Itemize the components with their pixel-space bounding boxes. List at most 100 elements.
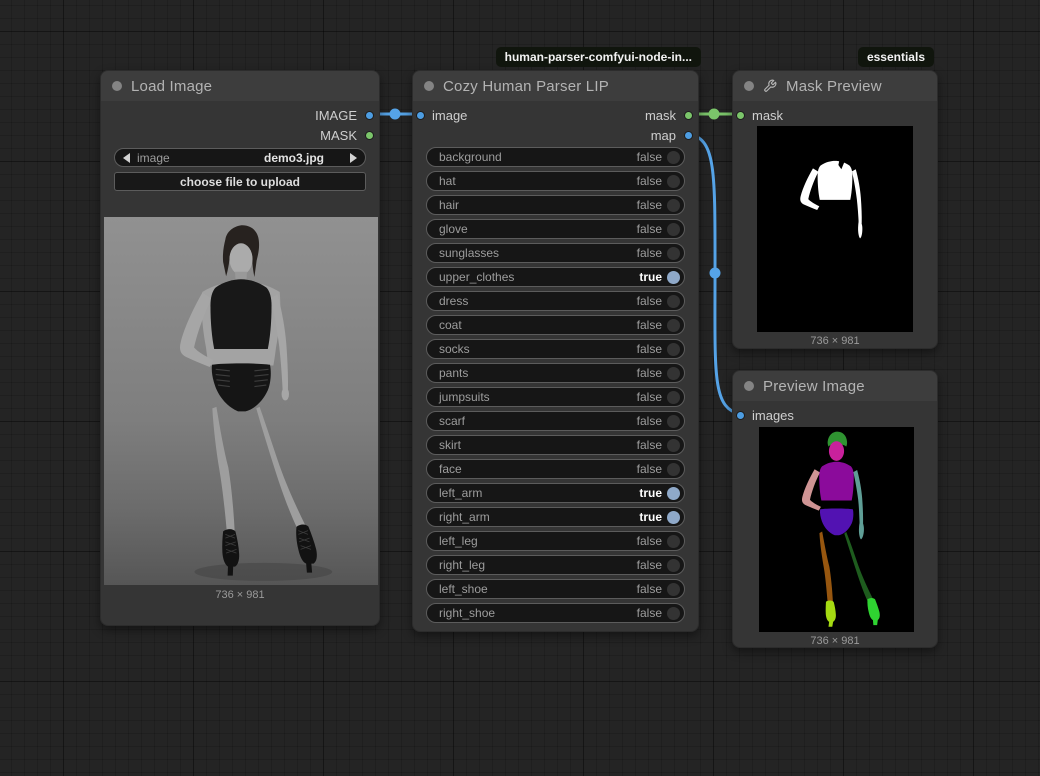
- toggle-widget[interactable]: right_arm true: [426, 507, 685, 527]
- toggle-widget[interactable]: face false: [426, 459, 685, 479]
- toggle-label: left_arm: [439, 486, 639, 500]
- toggle-dot[interactable]: [667, 295, 680, 308]
- toggle-value: false: [637, 174, 662, 188]
- segmentation-image-preview: [759, 427, 914, 632]
- toggle-dot[interactable]: [667, 391, 680, 404]
- toggle-value: false: [637, 342, 662, 356]
- output-slot-mask: mask: [413, 105, 698, 125]
- output-dot-mask[interactable]: [365, 131, 374, 140]
- collapse-dot[interactable]: [424, 81, 434, 91]
- output-dot-mask[interactable]: [684, 111, 693, 120]
- toggle-value: false: [637, 462, 662, 476]
- output-dot-map[interactable]: [684, 131, 693, 140]
- toggle-widget[interactable]: upper_clothes true: [426, 267, 685, 287]
- input-slot-images: images: [733, 405, 937, 425]
- toggle-label: sunglasses: [439, 246, 637, 260]
- slot-label: images: [752, 408, 794, 423]
- toggle-widget[interactable]: hat false: [426, 171, 685, 191]
- toggle-widget[interactable]: right_shoe false: [426, 603, 685, 623]
- toggle-widget[interactable]: socks false: [426, 339, 685, 359]
- toggle-widget[interactable]: hair false: [426, 195, 685, 215]
- toggle-value: false: [637, 606, 662, 620]
- toggle-dot[interactable]: [667, 439, 680, 452]
- toggle-widget[interactable]: left_shoe false: [426, 579, 685, 599]
- toggle-label: scarf: [439, 414, 637, 428]
- toggle-widget[interactable]: left_arm true: [426, 483, 685, 503]
- toggle-dot[interactable]: [667, 463, 680, 476]
- toggle-label: right_leg: [439, 558, 637, 572]
- toggle-dot[interactable]: [667, 199, 680, 212]
- photo-model: [104, 217, 378, 585]
- collapse-dot[interactable]: [112, 81, 122, 91]
- output-slot-image: IMAGE: [101, 105, 379, 125]
- output-dot-image[interactable]: [365, 111, 374, 120]
- toggle-dot[interactable]: [667, 415, 680, 428]
- input-dot-mask[interactable]: [736, 111, 745, 120]
- toggle-widget[interactable]: glove false: [426, 219, 685, 239]
- toggle-dot[interactable]: [667, 247, 680, 260]
- toggle-widget[interactable]: left_leg false: [426, 531, 685, 551]
- toggle-dot[interactable]: [667, 583, 680, 596]
- toggle-label: upper_clothes: [439, 270, 639, 284]
- link-midpoint-dot: [709, 109, 720, 120]
- mask-image-preview: [757, 126, 913, 332]
- toggle-widget[interactable]: right_leg false: [426, 555, 685, 575]
- toggle-dot[interactable]: [667, 343, 680, 356]
- output-slot-map: map: [413, 125, 698, 145]
- toggle-label: face: [439, 462, 637, 476]
- toggle-dot[interactable]: [667, 535, 680, 548]
- node-mask-preview[interactable]: Mask Preview mask 736 × 981: [732, 70, 938, 349]
- toggle-value: false: [637, 390, 662, 404]
- node-preview-image[interactable]: Preview Image images 736 × 981: [732, 370, 938, 648]
- node-header[interactable]: Mask Preview: [733, 71, 937, 101]
- combo-value: demo3.jpg: [264, 151, 324, 165]
- node-badge-essentials: essentials: [858, 47, 934, 67]
- toggle-widget[interactable]: skirt false: [426, 435, 685, 455]
- node-badge-parser-source: human-parser-comfyui-node-in...: [496, 47, 701, 67]
- slot-label: mask: [645, 108, 676, 123]
- collapse-dot[interactable]: [744, 81, 754, 91]
- toggle-dot[interactable]: [667, 511, 680, 524]
- toggle-widget[interactable]: coat false: [426, 315, 685, 335]
- toggle-dot[interactable]: [667, 175, 680, 188]
- toggle-widget[interactable]: scarf false: [426, 411, 685, 431]
- segmentation-map-image: [759, 427, 914, 632]
- slot-label: IMAGE: [315, 108, 357, 123]
- toggle-widget[interactable]: background false: [426, 147, 685, 167]
- slot-label: MASK: [320, 128, 357, 143]
- toggle-widget[interactable]: pants false: [426, 363, 685, 383]
- upload-button[interactable]: choose file to upload: [114, 172, 366, 191]
- toggle-value: false: [637, 558, 662, 572]
- node-title: Load Image: [131, 78, 212, 95]
- slot-label: mask: [752, 108, 783, 123]
- node-header[interactable]: Preview Image: [733, 371, 937, 401]
- toggle-value: false: [637, 438, 662, 452]
- toggle-dot[interactable]: [667, 223, 680, 236]
- toggle-value: false: [637, 534, 662, 548]
- toggle-widget[interactable]: dress false: [426, 291, 685, 311]
- node-header[interactable]: Load Image: [101, 71, 379, 101]
- toggle-label: right_shoe: [439, 606, 637, 620]
- toggle-dot[interactable]: [667, 319, 680, 332]
- node-load-image[interactable]: Load Image IMAGE MASK image demo3.jpg ch…: [100, 70, 380, 626]
- node-header[interactable]: Cozy Human Parser LIP: [413, 71, 698, 101]
- combo-prev-arrow[interactable]: [123, 153, 130, 163]
- toggle-dot[interactable]: [667, 487, 680, 500]
- toggle-widget[interactable]: sunglasses false: [426, 243, 685, 263]
- toggle-dot[interactable]: [667, 367, 680, 380]
- input-dot-images[interactable]: [736, 411, 745, 420]
- collapse-dot[interactable]: [744, 381, 754, 391]
- toggle-dot[interactable]: [667, 271, 680, 284]
- image-combo-widget[interactable]: image demo3.jpg: [114, 148, 366, 167]
- node-cozy-human-parser[interactable]: Cozy Human Parser LIP image mask map bac…: [412, 70, 699, 632]
- toggle-dot[interactable]: [667, 607, 680, 620]
- image-size-caption: 736 × 981: [101, 589, 379, 601]
- node-graph-canvas[interactable]: human-parser-comfyui-node-in... essentia…: [0, 0, 1040, 776]
- toggle-dot[interactable]: [667, 151, 680, 164]
- toggle-label: hat: [439, 174, 637, 188]
- toggle-widget[interactable]: jumpsuits false: [426, 387, 685, 407]
- toggle-dot[interactable]: [667, 559, 680, 572]
- combo-next-arrow[interactable]: [350, 153, 357, 163]
- toggle-label: glove: [439, 222, 637, 236]
- toggle-label: right_arm: [439, 510, 639, 524]
